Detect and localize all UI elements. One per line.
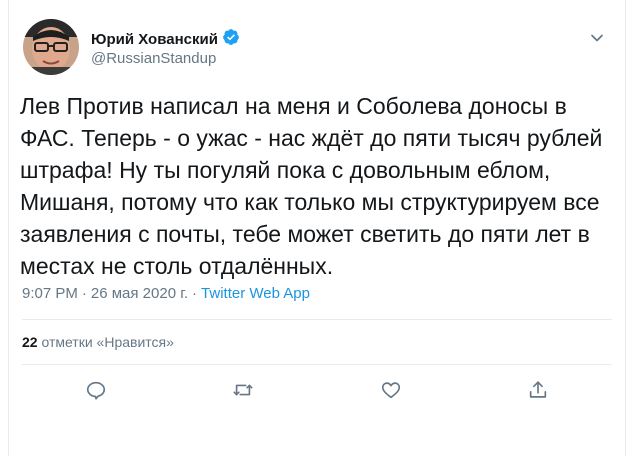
- reply-button[interactable]: [78, 372, 114, 408]
- meta-separator: ·: [192, 285, 198, 302]
- tweet-source-link[interactable]: Twitter Web App: [201, 285, 310, 302]
- divider: [22, 364, 612, 365]
- tweet-meta: 9:07 PM · 26 мая 2020 г. · Twitter Web A…: [22, 285, 310, 302]
- verified-badge-icon: [222, 28, 240, 51]
- author-display-name[interactable]: Юрий Хованский: [91, 31, 218, 48]
- divider: [22, 319, 612, 320]
- tweet-date[interactable]: 26 мая 2020 г.: [91, 285, 188, 302]
- tweet-time[interactable]: 9:07 PM: [22, 285, 78, 302]
- meta-separator: ·: [81, 285, 87, 302]
- author-name-row[interactable]: Юрий Хованский: [91, 28, 240, 51]
- tweet-card: Юрий Хованский @RussianStandup Лев Проти…: [8, 0, 626, 456]
- author-handle[interactable]: @RussianStandup: [91, 50, 216, 67]
- avatar[interactable]: [23, 19, 79, 75]
- likes-label: отметки «Нравится»: [41, 334, 174, 350]
- like-button[interactable]: [373, 372, 409, 408]
- avatar-image: [23, 19, 79, 75]
- likes-count: 22: [22, 334, 38, 350]
- likes-stat[interactable]: 22 отметки «Нравится»: [22, 334, 174, 350]
- share-icon: [530, 381, 547, 398]
- heart-icon: [381, 382, 400, 399]
- retweet-button[interactable]: [225, 372, 261, 408]
- retweet-icon: [233, 384, 253, 396]
- share-button[interactable]: [520, 372, 556, 408]
- action-bar: [22, 372, 612, 408]
- tweet-text: Лев Против написал на меня и Соболева до…: [20, 93, 603, 279]
- reply-icon: [86, 381, 105, 400]
- chevron-down-icon[interactable]: [587, 28, 607, 48]
